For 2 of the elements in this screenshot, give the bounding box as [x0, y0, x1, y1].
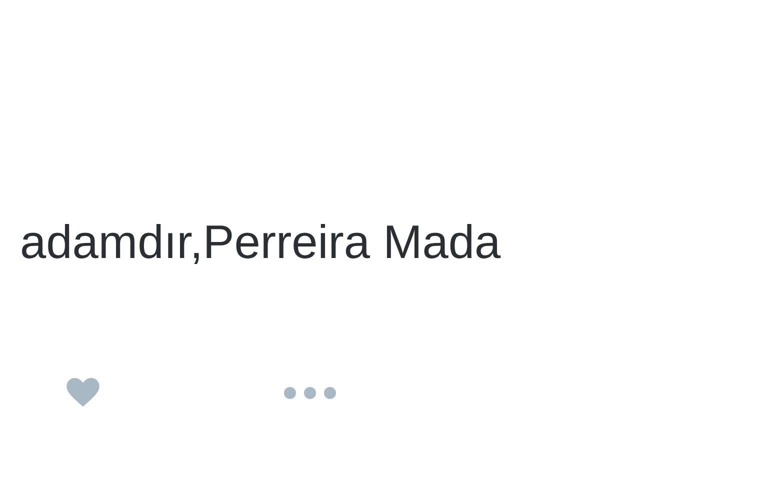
more-icon[interactable] — [283, 386, 337, 400]
tweet-text: adamdır,Perreira Mada — [19, 214, 502, 270]
